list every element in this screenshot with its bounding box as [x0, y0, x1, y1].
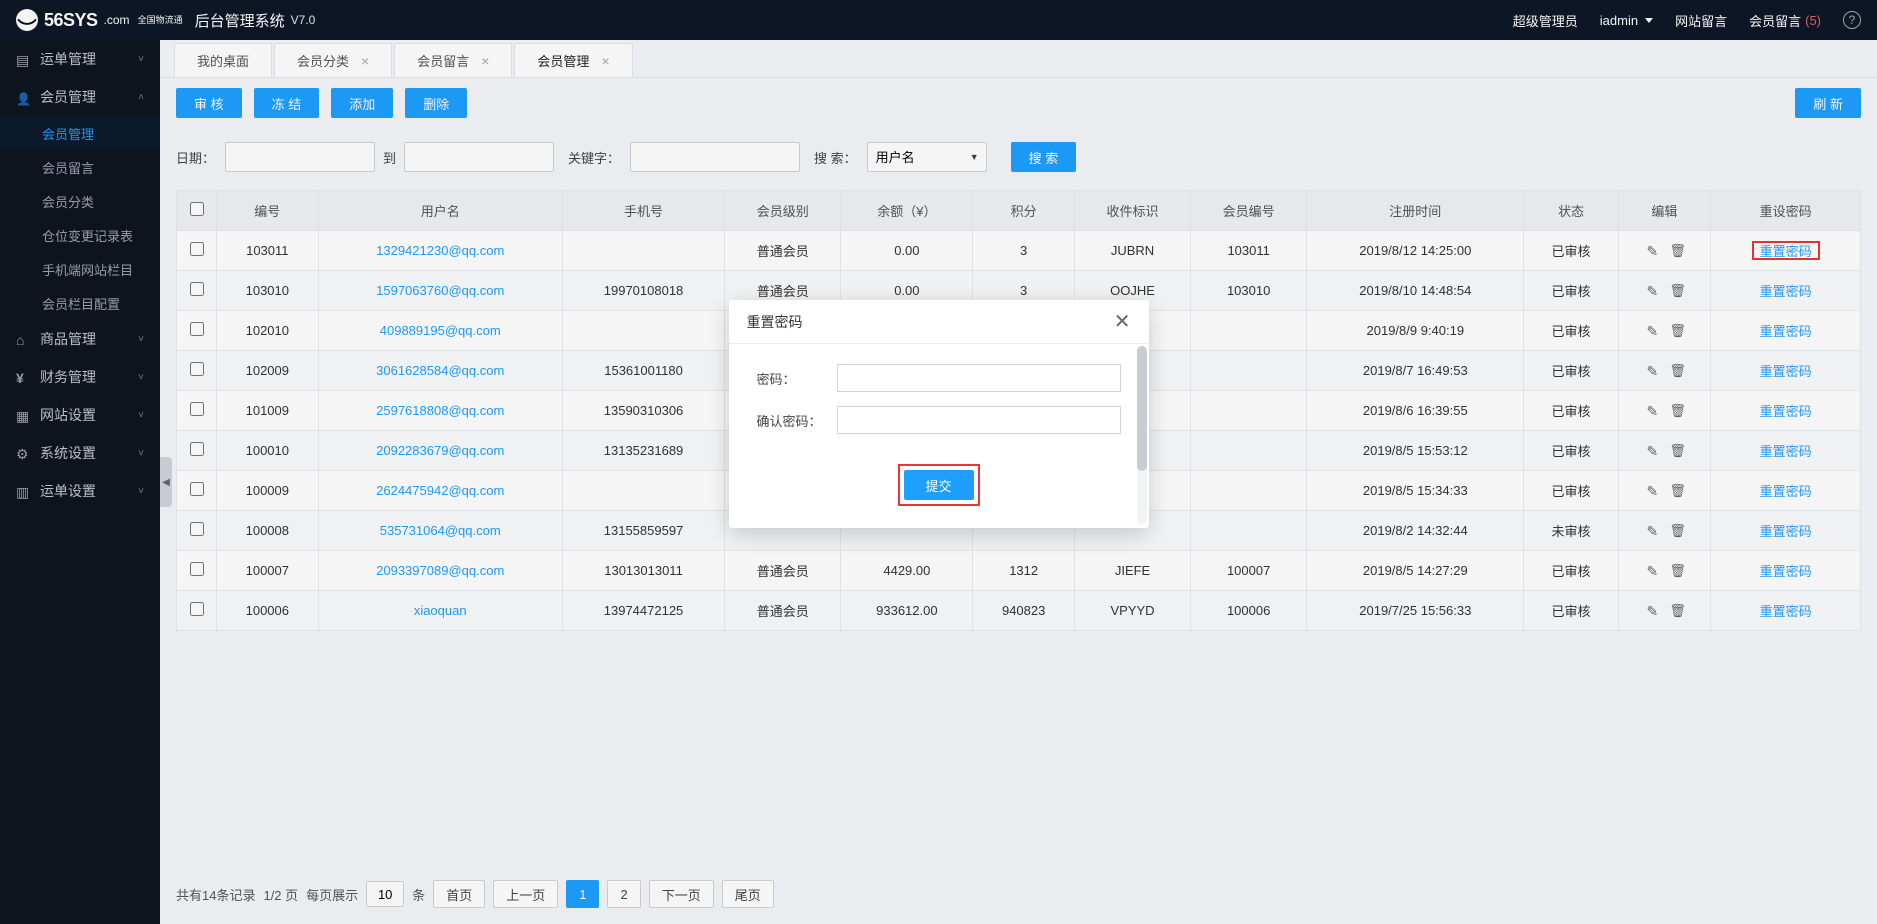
modal-header: 重置密码 ✕ — [729, 300, 1149, 344]
submit-highlight-box: 提交 — [898, 464, 980, 506]
reset-password-modal: 重置密码 ✕ 密码： 确认密码： 提交 — [729, 300, 1149, 528]
confirm-password-input[interactable] — [837, 406, 1121, 434]
password-input[interactable] — [837, 364, 1121, 392]
modal-overlay: 重置密码 ✕ 密码： 确认密码： 提交 — [0, 0, 1877, 924]
close-icon[interactable]: ✕ — [1114, 312, 1131, 332]
modal-footer: 提交 — [729, 458, 1149, 528]
modal-body: 密码： 确认密码： — [729, 344, 1149, 458]
confirm-password-label: 确认密码： — [757, 411, 837, 430]
modal-scrollbar[interactable] — [1137, 346, 1147, 524]
modal-title: 重置密码 — [747, 312, 803, 332]
password-label: 密码： — [757, 369, 837, 388]
submit-button[interactable]: 提交 — [904, 470, 974, 500]
